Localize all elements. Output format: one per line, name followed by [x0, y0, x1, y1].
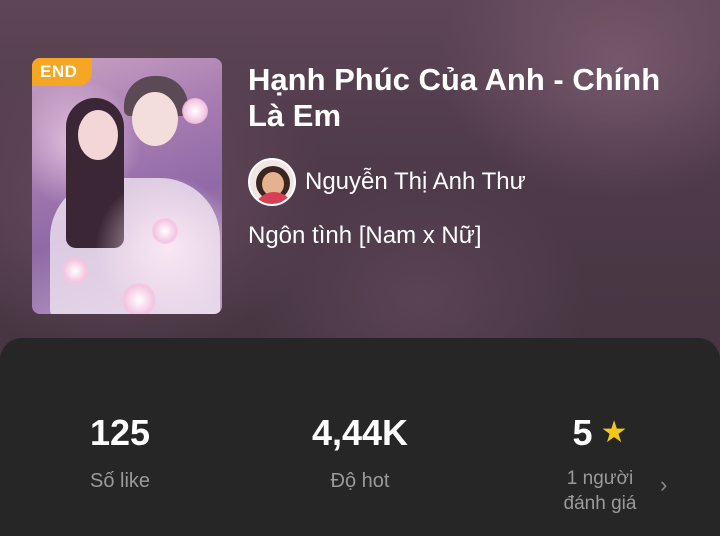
status-badge: END	[32, 58, 92, 86]
book-cover[interactable]	[32, 58, 222, 314]
hot-value: 4,44K	[311, 412, 409, 453]
likes-value: 125	[89, 412, 151, 453]
likes-label: Số like	[89, 470, 151, 492]
flower-icon	[62, 258, 88, 284]
rating-count-label-2: đánh giá	[563, 493, 637, 514]
rating-count-label: 1 người	[566, 468, 634, 489]
chevron-right-icon[interactable]: ›	[660, 474, 672, 496]
cover-girl-face	[78, 110, 118, 160]
genre-label[interactable]: Ngôn tình [Nam x Nữ]	[248, 222, 481, 250]
book-title: Hạnh Phúc Của Anh - Chính Là Em	[248, 62, 661, 133]
author-name[interactable]: Nguyễn Thị Anh Thư	[305, 168, 526, 196]
rating-value: 5	[572, 412, 593, 453]
star-icon: ★	[600, 416, 628, 449]
flower-icon	[122, 283, 156, 314]
flower-icon	[182, 98, 208, 124]
avatar[interactable]	[248, 158, 296, 206]
stats-panel: 125 Số like 4,44K Độ hot 5 ★ 1 người đán…	[0, 338, 720, 536]
hot-label: Độ hot	[330, 470, 390, 492]
flower-icon	[152, 218, 178, 244]
author-row[interactable]: Nguyễn Thị Anh Thư	[248, 158, 526, 206]
cover-boy-face	[132, 92, 178, 146]
